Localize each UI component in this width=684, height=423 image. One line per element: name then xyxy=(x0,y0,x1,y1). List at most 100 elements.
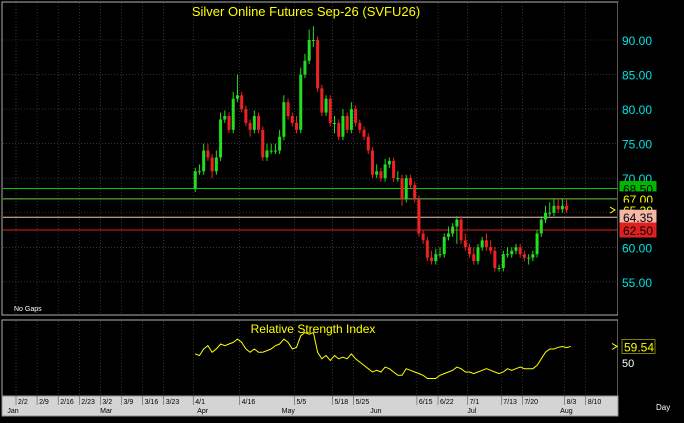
date-tick-label: 5/5 xyxy=(297,399,307,406)
candle-body xyxy=(404,178,408,199)
candle-body xyxy=(193,171,197,189)
candle-body xyxy=(206,150,210,158)
candle-body xyxy=(480,240,484,248)
candle-body xyxy=(446,233,450,237)
date-tick-label: 5/25 xyxy=(356,399,370,406)
candle-body xyxy=(320,88,324,113)
candle-body xyxy=(396,178,400,180)
candle-body xyxy=(244,109,248,123)
candle-body xyxy=(527,257,531,259)
date-tick-label: 7/20 xyxy=(524,399,538,406)
date-tick-label: 8/3 xyxy=(567,399,577,406)
candle-body xyxy=(459,219,463,241)
candle-body xyxy=(497,268,501,270)
candle-body xyxy=(210,157,214,172)
candle-body xyxy=(552,205,556,213)
candle-body xyxy=(366,136,370,151)
candle-body xyxy=(392,160,396,179)
candle-body xyxy=(510,250,514,255)
candle-body xyxy=(328,98,332,123)
chart-title: Silver Online Futures Sep-26 (SVFU26) xyxy=(192,4,420,19)
candle-body xyxy=(565,205,569,211)
candle-body xyxy=(383,164,387,179)
y-tick-label: 90.00 xyxy=(622,34,652,48)
month-label: Aug xyxy=(560,408,573,415)
candle-body xyxy=(425,240,429,258)
candle-body xyxy=(219,119,223,158)
month-label: Jan xyxy=(7,408,18,415)
candle-body xyxy=(463,240,467,248)
candle-body xyxy=(408,178,412,186)
candle-body xyxy=(489,247,493,251)
rsi-last-value: 59.54 xyxy=(624,340,654,354)
candle-body xyxy=(442,236,446,255)
y-tick-label: 80.00 xyxy=(622,103,652,117)
candle-body xyxy=(544,212,547,220)
chart-svg: 5059.54 90.0085.0080.0075.0070.0065.0060… xyxy=(0,0,684,418)
date-tick-label: 2/9 xyxy=(39,399,49,406)
candle-body xyxy=(303,60,307,75)
month-label: May xyxy=(282,408,296,415)
candle-body xyxy=(514,247,518,251)
date-tick-label: 6/15 xyxy=(419,399,433,406)
candle-body xyxy=(548,212,552,214)
candle-body xyxy=(522,254,526,258)
date-tick-label: 4/16 xyxy=(242,399,256,406)
candle-body xyxy=(202,150,206,172)
candle-body xyxy=(273,150,277,152)
candle-body xyxy=(518,247,522,255)
y-tick-label: 75.00 xyxy=(622,138,652,152)
date-tick-label: 5/18 xyxy=(335,399,349,406)
candle-body xyxy=(506,254,510,256)
candle-body xyxy=(472,254,476,262)
candle-body xyxy=(501,254,505,269)
candle-body xyxy=(476,247,480,262)
candle-body xyxy=(265,150,269,158)
candle-body xyxy=(493,250,497,269)
candle-body xyxy=(417,198,421,234)
candle-body xyxy=(252,116,256,130)
candle-body xyxy=(290,116,294,123)
candle-body xyxy=(307,40,311,61)
date-tick-label: 3/16 xyxy=(145,399,159,406)
candle-body xyxy=(430,257,434,262)
candle-body xyxy=(295,122,299,130)
candle-body xyxy=(197,171,201,173)
date-tick-label: 6/22 xyxy=(440,399,454,406)
candle-body xyxy=(354,109,358,123)
candle-body xyxy=(299,74,303,130)
candle-body xyxy=(531,254,535,258)
price-level-label: 62.50 xyxy=(623,224,653,238)
candle-body xyxy=(235,95,239,99)
candle-body xyxy=(468,247,472,255)
date-tick-label: 3/23 xyxy=(166,399,180,406)
candle-body xyxy=(316,40,320,89)
month-label: Jul xyxy=(467,408,476,415)
candle-body xyxy=(223,116,227,120)
candle-body xyxy=(269,150,273,152)
date-tick-label: 2/16 xyxy=(60,399,74,406)
candle-body xyxy=(345,116,349,130)
candle-body xyxy=(324,98,328,113)
rsi-scale-tick: 50 xyxy=(622,358,634,370)
candle-body xyxy=(311,40,315,42)
candle-body xyxy=(455,219,459,227)
chart: 5059.54 90.0085.0080.0075.0070.0065.0060… xyxy=(0,0,684,418)
candle-body xyxy=(535,233,539,255)
rsi-title: Relative Strength Index xyxy=(251,322,376,336)
date-tick-label: 3/9 xyxy=(124,399,134,406)
y-tick-label: 60.00 xyxy=(622,241,652,255)
candle-body xyxy=(434,254,438,262)
candle-body xyxy=(370,150,374,175)
candle-body xyxy=(282,102,286,137)
candle-body xyxy=(349,109,353,130)
candle-body xyxy=(257,116,261,130)
candle-body xyxy=(560,205,564,210)
y-tick-label: 85.00 xyxy=(622,69,652,83)
candle-body xyxy=(227,116,231,130)
candle-body xyxy=(421,233,425,241)
candle-body xyxy=(375,171,379,175)
candle-body xyxy=(539,219,543,234)
month-label: Jun xyxy=(370,408,381,415)
candle-body xyxy=(337,122,341,137)
